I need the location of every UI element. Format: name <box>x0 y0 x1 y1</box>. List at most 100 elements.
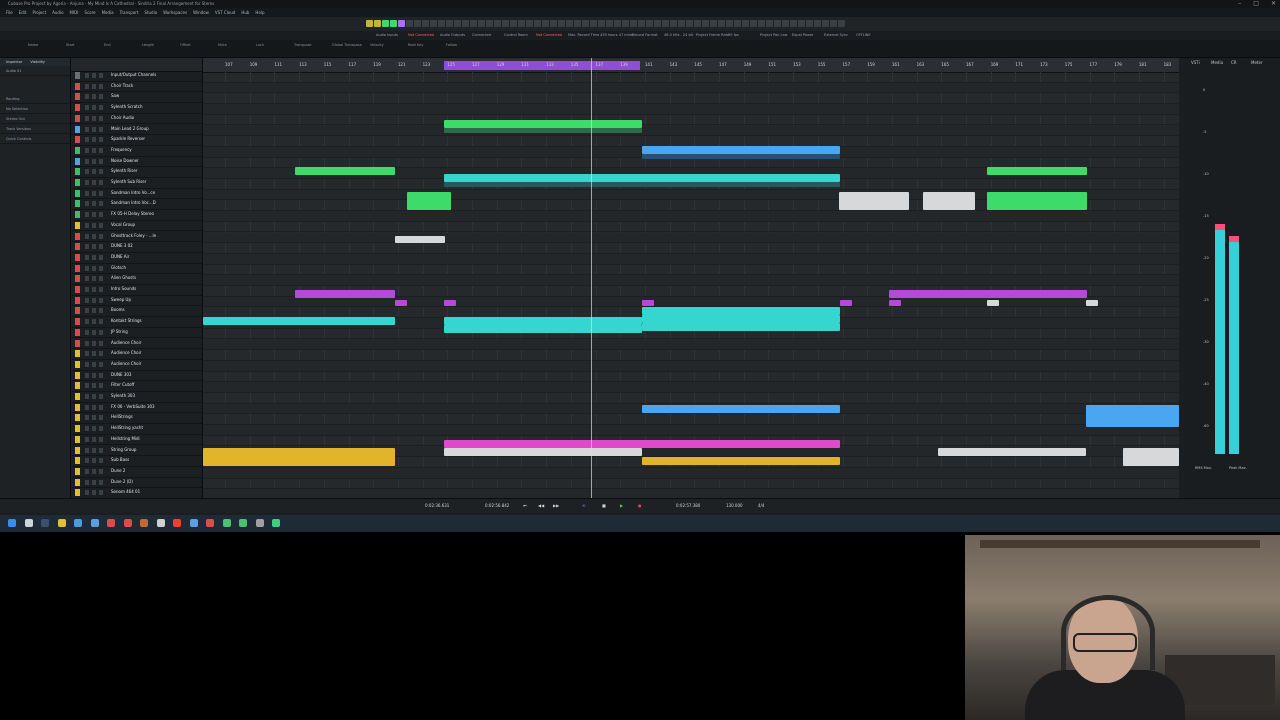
toolbar-button[interactable] <box>518 20 525 27</box>
track-row[interactable]: FX 05-H Delay Stereo <box>71 210 202 221</box>
meter-tab[interactable]: VSTi <box>1191 60 1200 65</box>
back-icon[interactable]: ◀◀ <box>538 503 544 508</box>
inspector-item[interactable]: Audio 01 <box>0 68 70 76</box>
track-name[interactable]: Sylenth Scratch <box>111 103 143 111</box>
track-name[interactable]: Kontakt Strings <box>111 317 142 325</box>
toolbar-button[interactable] <box>486 20 493 27</box>
toolbar-button[interactable] <box>766 20 773 27</box>
track-lane[interactable] <box>203 489 1179 498</box>
track-name[interactable]: Booms <box>111 306 125 314</box>
taskbar-app-icon[interactable] <box>140 519 148 527</box>
info-field[interactable]: Mute <box>218 43 227 47</box>
toolbar-button[interactable] <box>822 20 829 27</box>
track-lane[interactable] <box>203 296 1179 308</box>
stop-icon[interactable]: ■ <box>602 503 606 508</box>
event-clip[interactable] <box>642 146 840 154</box>
info-field[interactable]: Offset <box>180 43 191 47</box>
taskbar-app-icon[interactable] <box>189 519 198 527</box>
menu-item[interactable]: Workspaces <box>163 8 187 17</box>
mute-solo-buttons[interactable] <box>85 105 105 111</box>
track-row[interactable]: Alien Ghosts <box>71 274 202 285</box>
track-name[interactable]: Audience Choir <box>111 360 141 368</box>
track-lane[interactable] <box>203 125 1179 137</box>
toolbar-button[interactable] <box>502 20 509 27</box>
track-name[interactable]: Hellstring Midi <box>111 435 140 443</box>
toolbar-button[interactable] <box>830 20 837 27</box>
track-name[interactable]: Intro Sounds <box>111 285 136 293</box>
mute-solo-buttons[interactable] <box>85 458 105 464</box>
mute-solo-buttons[interactable] <box>85 212 105 218</box>
taskbar-app-icon[interactable] <box>239 519 247 527</box>
track-lane[interactable] <box>203 360 1179 372</box>
toolbar-button[interactable] <box>494 20 501 27</box>
info-field[interactable]: Follow <box>446 43 457 47</box>
taskbar-app-icon[interactable] <box>41 519 49 527</box>
track-lane[interactable] <box>203 93 1179 105</box>
track-row[interactable]: Noise Downer <box>71 157 202 168</box>
event-clip[interactable] <box>987 300 999 306</box>
inspector-item[interactable]: Quick Controls <box>0 136 70 144</box>
toolbar-button[interactable] <box>742 20 749 27</box>
toolbar-button[interactable] <box>710 20 717 27</box>
track-lane[interactable] <box>203 339 1179 351</box>
track-row[interactable]: Kontakt Strings <box>71 317 202 328</box>
mute-solo-buttons[interactable] <box>85 479 105 485</box>
toolbar-button[interactable] <box>454 20 461 27</box>
track-name[interactable]: Dune 2 (D) <box>111 478 133 486</box>
track-name[interactable]: JP String <box>111 328 128 336</box>
track-name[interactable]: Sonom 464 01 <box>111 488 140 496</box>
toolbar-button[interactable] <box>382 20 389 27</box>
track-lane[interactable] <box>203 479 1179 490</box>
track-name[interactable]: Sweep Up <box>111 296 131 304</box>
track-lane[interactable] <box>203 232 1179 244</box>
track-name[interactable]: Sparkle Reverser <box>111 135 145 143</box>
mute-solo-buttons[interactable] <box>85 372 105 378</box>
taskbar-app-icon[interactable] <box>222 519 231 527</box>
toolbar-button[interactable] <box>574 20 581 27</box>
mute-solo-buttons[interactable] <box>85 244 105 250</box>
track-name[interactable]: Audience Choir <box>111 349 141 357</box>
track-row[interactable]: Dune 2 (D) <box>71 478 202 489</box>
menu-item[interactable]: MIDI <box>70 8 79 17</box>
track-lane[interactable] <box>203 393 1179 404</box>
toolbar-button[interactable] <box>462 20 469 27</box>
toolbar-button[interactable] <box>414 20 421 27</box>
maximize-icon[interactable]: □ <box>1253 0 1259 8</box>
track-lane[interactable] <box>203 414 1179 426</box>
mute-solo-buttons[interactable] <box>85 447 105 453</box>
track-row[interactable]: Booms <box>71 306 202 318</box>
taskbar-app-icon[interactable] <box>156 519 165 527</box>
track-name[interactable]: HellStrings <box>111 413 133 421</box>
track-lane[interactable] <box>203 222 1179 233</box>
event-clip[interactable] <box>889 300 901 306</box>
taskbar-app-icon[interactable] <box>255 519 264 527</box>
track-lane[interactable] <box>203 265 1179 276</box>
event-clip[interactable] <box>444 317 642 325</box>
event-clip[interactable] <box>938 448 1086 456</box>
menu-item[interactable]: VST Cloud <box>215 8 235 17</box>
track-lane[interactable] <box>203 350 1179 361</box>
mute-solo-buttons[interactable] <box>85 415 105 421</box>
event-clip[interactable] <box>444 325 642 333</box>
taskbar-app-icon[interactable] <box>90 519 99 527</box>
track-name[interactable]: HellString yacht <box>111 424 143 432</box>
mute-solo-buttons[interactable] <box>85 319 105 325</box>
event-clip[interactable] <box>1086 405 1179 427</box>
mute-solo-buttons[interactable] <box>85 222 105 228</box>
track-row[interactable]: Frequency <box>71 146 202 157</box>
event-clip[interactable] <box>395 300 407 306</box>
event-clip[interactable] <box>295 167 395 175</box>
track-row[interactable]: Choir Track <box>71 82 202 93</box>
taskbar-app-icon[interactable] <box>123 519 132 527</box>
taskbar-app-icon[interactable] <box>272 519 280 527</box>
event-clip[interactable] <box>444 120 642 128</box>
track-row[interactable]: HellString yacht <box>71 424 202 435</box>
menu-item[interactable]: Edit <box>19 8 27 17</box>
event-clip[interactable] <box>444 448 642 456</box>
mute-solo-buttons[interactable] <box>85 115 105 121</box>
menu-item[interactable]: Hub <box>241 8 249 17</box>
track-name[interactable]: Filter Cutoff <box>111 381 134 389</box>
toolbar-button[interactable] <box>478 20 485 27</box>
toolbar-button[interactable] <box>398 20 405 27</box>
toolbar-button[interactable] <box>654 20 661 27</box>
